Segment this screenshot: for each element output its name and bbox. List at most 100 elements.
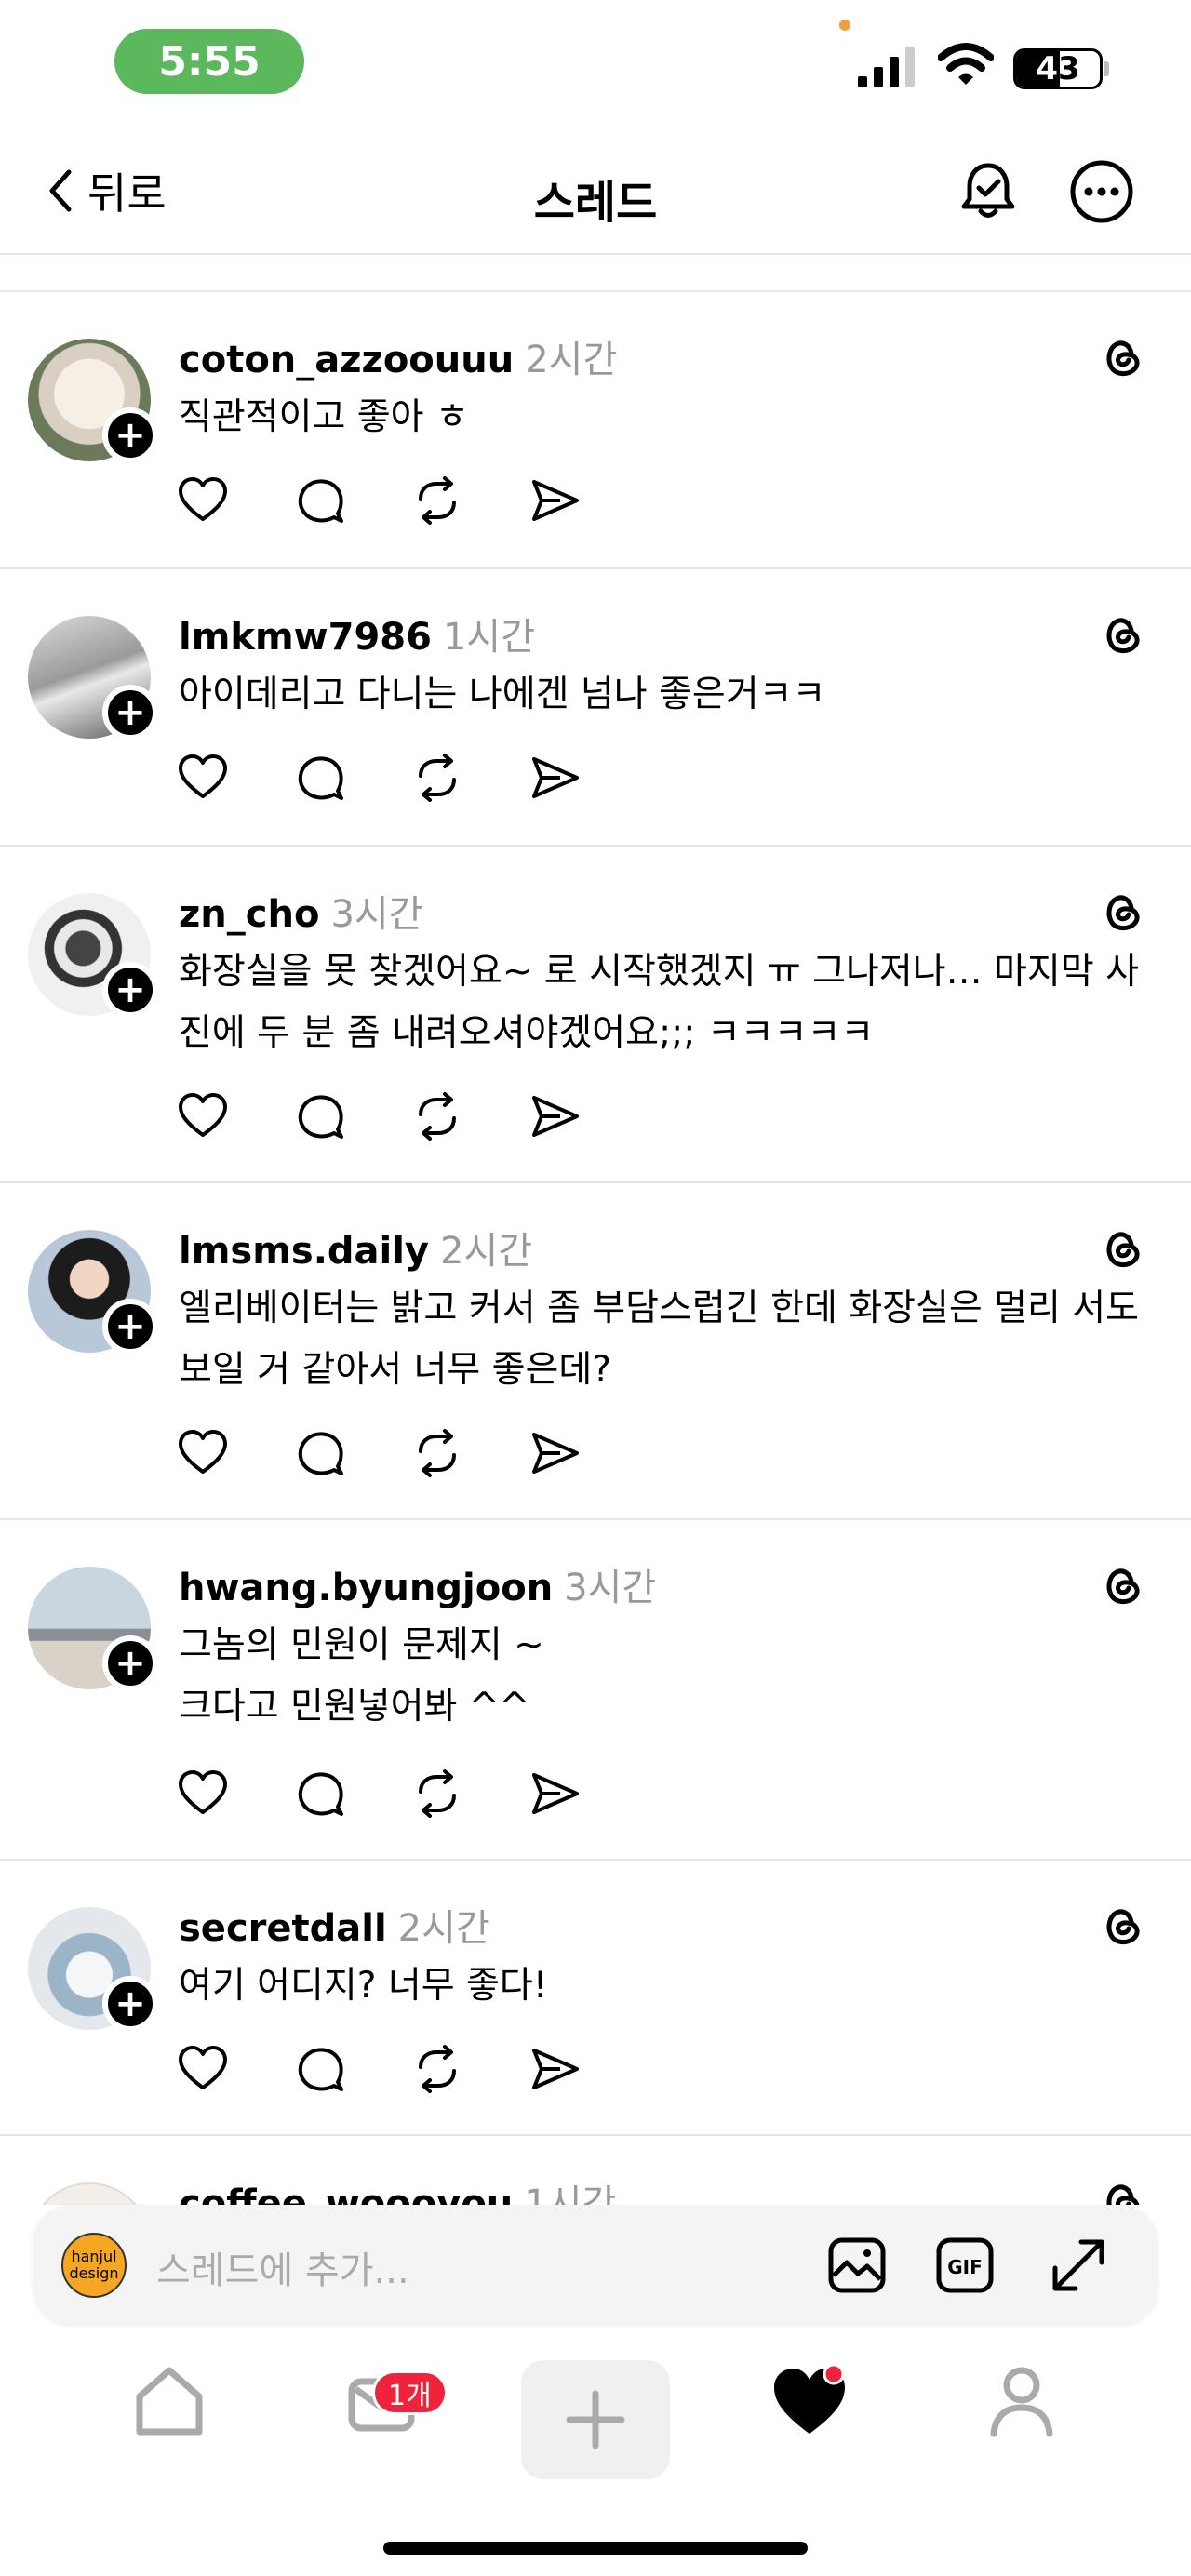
status-time: 5:55 (114, 29, 304, 94)
thread-reply[interactable]: coffee_wooovou 1시간 (0, 2136, 1191, 2205)
post-actions (177, 474, 581, 527)
share-icon[interactable] (529, 1427, 581, 1479)
follow-plus-button[interactable]: + (102, 1299, 158, 1355)
repost-icon[interactable] (411, 1090, 463, 1142)
comment-icon[interactable] (294, 1090, 346, 1142)
new-thread-button[interactable] (521, 2360, 670, 2479)
post-divider (0, 1859, 1191, 1861)
share-icon[interactable] (529, 2043, 581, 2095)
messages-badge: 1개 (372, 2370, 448, 2415)
username[interactable]: lmkmw7986 1시간 (179, 607, 535, 661)
battery-percent: 43 (1036, 50, 1080, 87)
composer-avatar: hanjul design (61, 2233, 127, 2298)
username[interactable]: lmsms.daily 2시간 (179, 1221, 532, 1275)
activity-heart-icon[interactable] (763, 2354, 856, 2447)
threads-logo-icon (1106, 618, 1140, 653)
username[interactable]: coffee_wooovou 1시간 (179, 2173, 616, 2205)
post-text: 직관적이고 좋아 ㅎ (179, 396, 469, 438)
follow-plus-button[interactable]: + (102, 962, 158, 1018)
username[interactable]: hwang.byungjoon 3시간 (179, 1557, 656, 1611)
notification-bell-icon[interactable] (955, 158, 1022, 225)
profile-icon[interactable] (975, 2354, 1068, 2447)
comment-icon[interactable] (294, 1768, 346, 1820)
composer-placeholder[interactable]: 스레드에 추가... (156, 2240, 409, 2294)
post-divider (0, 567, 1191, 569)
avatar-text: hanjul (71, 2248, 117, 2265)
follow-plus-button[interactable]: + (102, 685, 158, 741)
heart-icon[interactable] (177, 474, 229, 527)
post-text-line: 그놈의 민원이 문제지 ~ (179, 1624, 544, 1666)
comment-icon[interactable] (294, 2043, 346, 2095)
repost-icon[interactable] (411, 2043, 463, 2095)
gif-icon[interactable]: GIF (934, 2235, 996, 2296)
wifi-icon (938, 43, 994, 85)
post-divider (0, 845, 1191, 847)
post-actions (177, 1768, 581, 1820)
username-text[interactable]: secretdall (179, 1907, 387, 1950)
more-options-icon[interactable] (1068, 158, 1135, 225)
post-text: 화장실을 못 찾겠어요~ 로 시작했겠지 ㅠ 그나저나… 마지막 사진에 두 분… (179, 951, 1139, 1054)
heart-icon[interactable] (177, 1090, 229, 1142)
post-actions (177, 1427, 581, 1479)
comment-icon[interactable] (294, 752, 346, 804)
comment-icon[interactable] (294, 474, 346, 527)
threads-logo-icon (1106, 2184, 1140, 2205)
username-text[interactable]: coffee_wooovou (179, 2182, 513, 2205)
comment-icon[interactable] (294, 1427, 346, 1479)
username[interactable]: secretdall 2시간 (179, 1898, 490, 1952)
repost-icon[interactable] (411, 474, 463, 527)
heart-icon[interactable] (177, 752, 229, 804)
username-text[interactable]: hwang.byungjoon (179, 1567, 553, 1609)
follow-plus-button[interactable]: + (102, 1635, 158, 1691)
post-text: 아이데리고 다니는 나에겐 넘나 좋은거ㅋㅋ (179, 674, 826, 715)
share-icon[interactable] (529, 1090, 581, 1142)
avatar-text: design (69, 2264, 119, 2282)
username[interactable]: zn_cho 3시간 (179, 884, 423, 938)
post-actions (177, 752, 581, 804)
username-text[interactable]: lmkmw7986 (179, 616, 432, 659)
home-icon[interactable] (123, 2354, 216, 2447)
post-text-line: 크다고 민원넣어봐 ^^ (179, 1686, 530, 1728)
username-text[interactable]: coton_azzoouuu (179, 339, 514, 381)
username-text[interactable]: zn_cho (179, 893, 319, 936)
cellular-signal-icon (858, 47, 915, 87)
threads-logo-icon (1106, 1568, 1140, 1604)
avatar[interactable] (28, 2182, 151, 2205)
username-text[interactable]: lmsms.daily (179, 1230, 429, 1273)
post-actions (177, 2043, 581, 2095)
image-icon[interactable] (826, 2235, 888, 2296)
post-time: 1시간 (442, 616, 536, 659)
post-text: 엘리베이터는 밝고 커서 좀 부담스럽긴 한데 화장실은 멀리 서도 보일 거 … (179, 1288, 1140, 1391)
heart-icon[interactable] (177, 1768, 229, 1820)
expand-icon[interactable] (1048, 2235, 1109, 2296)
threads-logo-icon (1106, 1909, 1140, 1944)
follow-plus-button[interactable]: + (102, 1976, 158, 2032)
heart-icon[interactable] (177, 1427, 229, 1479)
svg-text:GIF: GIF (947, 2256, 983, 2278)
privacy-indicator-dot (839, 20, 850, 31)
post-time: 1시간 (524, 2182, 617, 2205)
repost-icon[interactable] (411, 752, 463, 804)
post-time: 2시간 (397, 1907, 490, 1950)
repost-icon[interactable] (411, 1427, 463, 1479)
share-icon[interactable] (529, 474, 581, 527)
threads-logo-icon (1106, 340, 1140, 376)
battery-nub (1104, 61, 1109, 76)
post-time: 2시간 (440, 1230, 533, 1273)
username[interactable]: coton_azzoouuu 2시간 (179, 329, 617, 383)
feed-top-divider (0, 290, 1191, 292)
share-icon[interactable] (529, 1768, 581, 1820)
header-divider (0, 253, 1191, 255)
post-time: 3시간 (564, 1567, 657, 1609)
post-text: 여기 어디지? 너무 좋다! (179, 1965, 548, 2007)
share-icon[interactable] (529, 752, 581, 804)
post-actions (177, 1090, 581, 1142)
post-time: 3시간 (330, 893, 423, 936)
plus-icon (566, 2390, 625, 2449)
threads-logo-icon (1106, 1232, 1140, 1267)
threads-logo-icon (1106, 895, 1140, 930)
reply-composer[interactable]: hanjul design 스레드에 추가... GIF (33, 2205, 1158, 2324)
follow-plus-button[interactable]: + (102, 407, 158, 463)
heart-icon[interactable] (177, 2043, 229, 2095)
repost-icon[interactable] (411, 1768, 463, 1820)
